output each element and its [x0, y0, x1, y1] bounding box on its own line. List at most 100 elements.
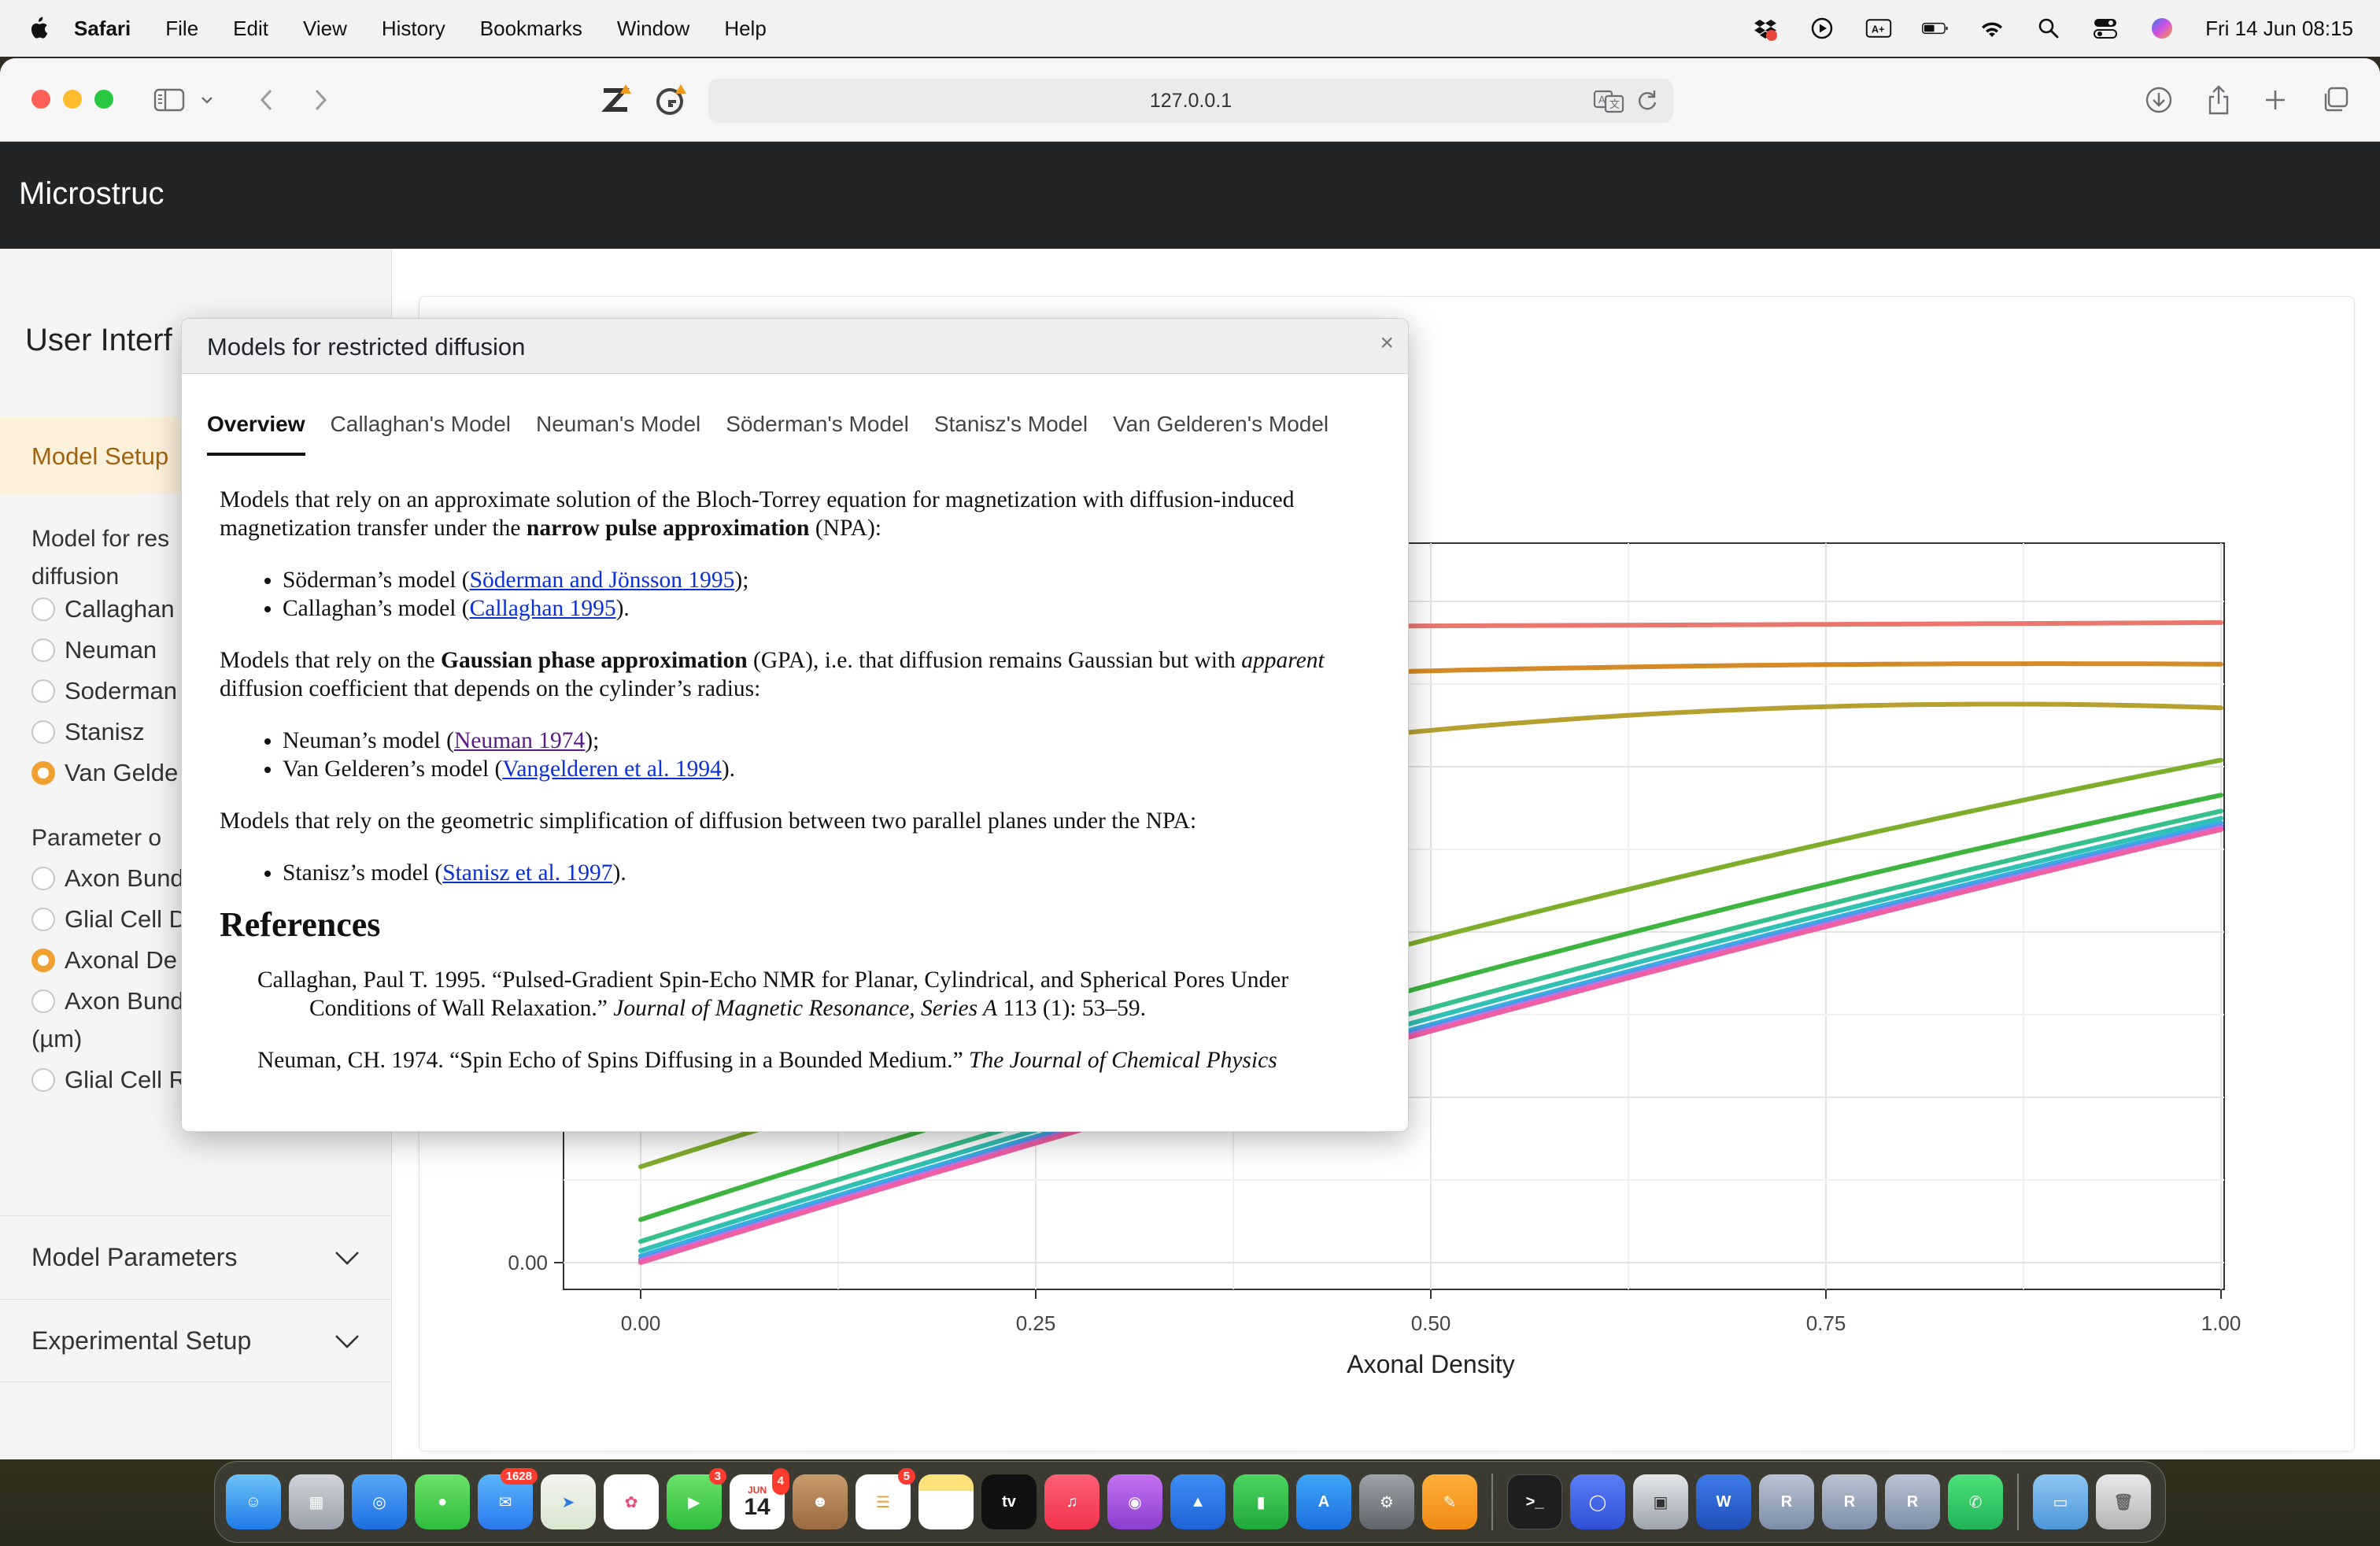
back-icon[interactable]: [249, 82, 285, 118]
radio-stanisz[interactable]: Stanisz: [31, 718, 145, 746]
facetime-icon[interactable]: ▶ 3: [667, 1468, 726, 1529]
menu-edit[interactable]: Edit: [233, 17, 268, 41]
music-icon[interactable]: ♫: [1044, 1474, 1099, 1529]
radio-circle[interactable]: [31, 679, 55, 703]
mail-icon[interactable]: ✉ 1628: [478, 1468, 538, 1529]
radio-circle[interactable]: [31, 989, 55, 1013]
new-tab-icon[interactable]: [2257, 82, 2293, 118]
radio-axon-bundle[interactable]: Axon Bund: [31, 864, 184, 893]
launchpad-icon[interactable]: ▦: [289, 1474, 344, 1529]
address-bar[interactable]: 127.0.0.1 A文: [708, 79, 1673, 123]
reload-icon[interactable]: [1635, 88, 1659, 119]
citation-link[interactable]: Neuman 1974: [454, 728, 585, 753]
terminal-icon[interactable]: >_: [1507, 1474, 1562, 1529]
grammarly-extension-icon[interactable]: [653, 82, 689, 118]
maps-icon[interactable]: ➤: [541, 1474, 596, 1529]
share-icon[interactable]: [2201, 82, 2237, 118]
menu-help[interactable]: Help: [724, 17, 766, 41]
radio-circle[interactable]: [31, 638, 55, 662]
system-settings-icon[interactable]: ⚙: [1359, 1474, 1414, 1529]
chevron-down-icon[interactable]: [334, 1326, 360, 1356]
tab-callaghan[interactable]: Callaghan's Model: [331, 412, 511, 456]
radio-circle-selected[interactable]: [31, 761, 55, 785]
signal-icon[interactable]: ◯: [1570, 1474, 1625, 1529]
whatsapp-icon[interactable]: ✆: [1948, 1474, 2003, 1529]
apple-menu-icon[interactable]: [27, 16, 74, 41]
photos-icon[interactable]: ✿: [604, 1474, 659, 1529]
minimize-window-button[interactable]: [63, 90, 82, 109]
radio-glial-cell-density[interactable]: Glial Cell D: [31, 905, 187, 934]
trash-icon[interactable]: 🗑: [2096, 1474, 2151, 1529]
citation-link[interactable]: Söderman and Jönsson 1995: [470, 568, 735, 593]
keynote-icon[interactable]: ▲: [1170, 1474, 1225, 1529]
word-icon[interactable]: W: [1696, 1474, 1751, 1529]
radio-circle[interactable]: [31, 908, 55, 931]
sidebar-toggle-icon[interactable]: [151, 82, 187, 118]
radio-callaghan[interactable]: Callaghan: [31, 595, 175, 623]
app-brand[interactable]: Microstruc: [19, 176, 164, 212]
tab-overview[interactable]: Overview: [207, 412, 305, 456]
url-text[interactable]: 127.0.0.1: [1150, 90, 1232, 113]
siri-icon[interactable]: [2149, 15, 2175, 42]
calendar-icon[interactable]: JUN 14 4: [730, 1468, 789, 1529]
control-center-icon[interactable]: [2092, 15, 2119, 42]
reminders-icon[interactable]: ☰ 5: [856, 1468, 915, 1529]
spotlight-search-icon[interactable]: [2035, 15, 2062, 42]
menu-app-name[interactable]: Safari: [74, 17, 131, 41]
zotero-extension-icon[interactable]: [598, 82, 634, 118]
menu-bookmarks[interactable]: Bookmarks: [480, 17, 582, 41]
app-store-icon[interactable]: A: [1296, 1474, 1351, 1529]
menu-window[interactable]: Window: [617, 17, 689, 41]
wifi-icon[interactable]: [1979, 15, 2005, 42]
radio-circle-selected[interactable]: [31, 949, 55, 972]
r-app-icon[interactable]: R: [1759, 1474, 1814, 1529]
menu-file[interactable]: File: [165, 17, 198, 41]
close-window-button[interactable]: [31, 90, 50, 109]
tab-neuman[interactable]: Neuman's Model: [536, 412, 700, 456]
radio-van-gelderen[interactable]: Van Gelde: [31, 759, 178, 787]
downloads-folder-icon[interactable]: ▭: [2033, 1474, 2088, 1529]
menubar-clock[interactable]: Fri 14 Jun 08:15: [2205, 17, 2353, 41]
radio-circle[interactable]: [31, 720, 55, 744]
preview-icon[interactable]: ▣: [1633, 1474, 1688, 1529]
safari-icon[interactable]: ◎: [352, 1474, 407, 1529]
forward-icon[interactable]: [302, 82, 338, 118]
notes-icon[interactable]: [918, 1474, 974, 1529]
radio-circle[interactable]: [31, 597, 55, 621]
citation-link[interactable]: Callaghan 1995: [470, 596, 616, 621]
battery-icon[interactable]: [1922, 15, 1949, 42]
radio-neuman[interactable]: Neuman: [31, 636, 157, 664]
tab-stanisz[interactable]: Stanisz's Model: [934, 412, 1088, 456]
chevron-down-icon[interactable]: [195, 82, 219, 118]
apple-tv-icon[interactable]: tv: [981, 1474, 1037, 1529]
radio-soderman[interactable]: Soderman: [31, 677, 177, 705]
radio-circle[interactable]: [31, 1068, 55, 1092]
close-icon[interactable]: ×: [1380, 330, 1394, 357]
contacts-icon[interactable]: ☻: [793, 1474, 848, 1529]
chevron-down-icon[interactable]: [334, 1243, 360, 1272]
menu-history[interactable]: History: [382, 17, 445, 41]
translate-icon[interactable]: A文: [1593, 88, 1624, 119]
finder-icon[interactable]: ☺: [226, 1474, 281, 1529]
downloads-icon[interactable]: [2141, 82, 2177, 118]
citation-link[interactable]: Vangelderen et al. 1994: [502, 756, 722, 782]
menu-view[interactable]: View: [303, 17, 347, 41]
citation-link[interactable]: Stanisz et al. 1997: [442, 860, 612, 886]
podcasts-icon[interactable]: ◉: [1107, 1474, 1162, 1529]
zoom-window-button[interactable]: [94, 90, 113, 109]
numbers-icon[interactable]: ▮: [1233, 1474, 1288, 1529]
tab-soderman[interactable]: Söderman's Model: [726, 412, 909, 456]
experimental-setup-section[interactable]: Experimental Setup: [0, 1299, 392, 1382]
pages-icon[interactable]: ✎: [1422, 1474, 1477, 1529]
messages-icon[interactable]: ●: [415, 1474, 470, 1529]
dropbox-status-icon[interactable]: [1752, 15, 1779, 42]
r-app-icon-2[interactable]: R: [1822, 1474, 1877, 1529]
play-circle-icon[interactable]: [1809, 15, 1835, 42]
model-parameters-section[interactable]: Model Parameters: [0, 1215, 392, 1299]
tab-overview-icon[interactable]: [2317, 82, 2353, 118]
text-size-icon[interactable]: A+: [1865, 15, 1892, 42]
radio-circle[interactable]: [31, 867, 55, 890]
radio-axonal-density[interactable]: Axonal De: [31, 946, 177, 975]
r-app-icon-3[interactable]: R: [1885, 1474, 1940, 1529]
tab-van-gelderen[interactable]: Van Gelderen's Model: [1113, 412, 1329, 456]
